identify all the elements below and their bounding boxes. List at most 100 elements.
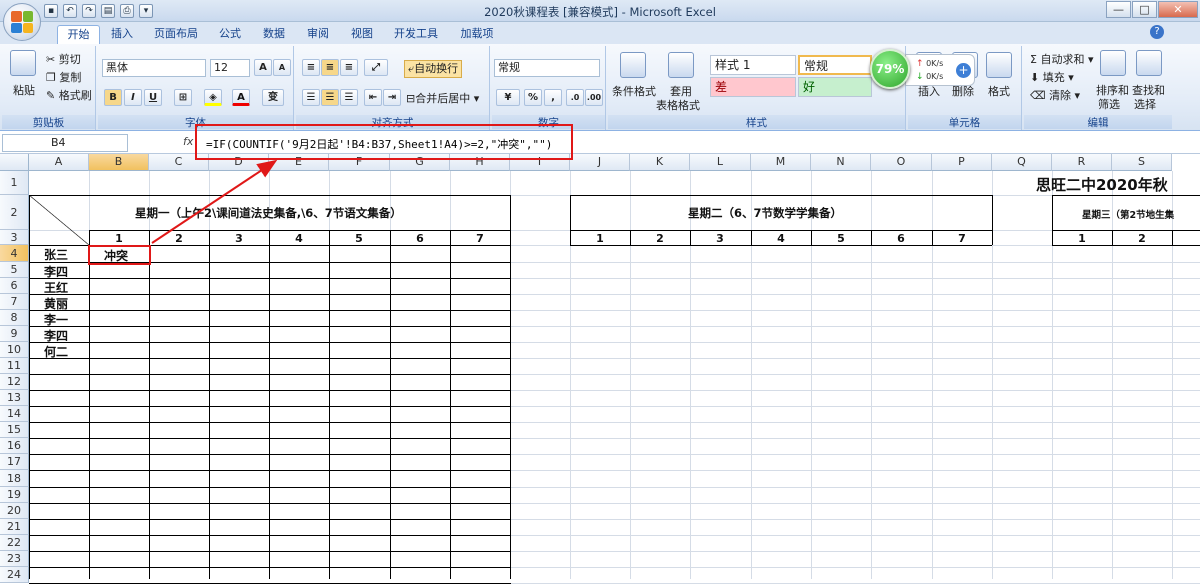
teacher-name[interactable]: 王红: [44, 279, 68, 296]
column-header-a[interactable]: A: [29, 154, 89, 171]
row-header-22[interactable]: 22: [0, 535, 29, 551]
merge-center-button[interactable]: ⊟合并后居中 ▾: [406, 90, 479, 106]
style-normal-cell[interactable]: 常规: [798, 55, 872, 75]
row-header-8[interactable]: 8: [0, 310, 29, 326]
row-header-3[interactable]: 3: [0, 230, 29, 245]
column-header-j[interactable]: J: [570, 154, 630, 171]
currency-icon[interactable]: ¥: [496, 89, 520, 106]
format-cells-button[interactable]: 格式: [988, 83, 1010, 99]
tab-page-layout[interactable]: 页面布局: [148, 25, 204, 44]
column-header-b[interactable]: B: [89, 154, 149, 171]
cut-button[interactable]: ✂ 剪切: [46, 51, 81, 67]
grow-font-button[interactable]: A: [254, 59, 272, 76]
bold-button[interactable]: B: [104, 89, 122, 106]
minimize-button[interactable]: —: [1106, 1, 1131, 18]
paste-button[interactable]: 粘贴: [13, 82, 35, 98]
teacher-name[interactable]: 李四: [44, 263, 68, 280]
format-painter-button[interactable]: ✎ 格式刷: [46, 87, 92, 103]
row-header-18[interactable]: 18: [0, 470, 29, 487]
close-button[interactable]: ✕: [1158, 1, 1198, 18]
memory-gauge[interactable]: 79%: [870, 49, 910, 89]
row-header-20[interactable]: 20: [0, 503, 29, 519]
wrap-text-button[interactable]: ⤶自动换行: [404, 60, 463, 78]
row-header-2[interactable]: 2: [0, 195, 29, 230]
tab-insert[interactable]: 插入: [104, 25, 140, 44]
tab-addins[interactable]: 加载项: [452, 25, 502, 44]
teacher-name[interactable]: 黄丽: [44, 295, 68, 312]
align-middle-icon[interactable]: ≡: [321, 59, 339, 76]
shrink-font-button[interactable]: A: [273, 59, 291, 76]
row-header-16[interactable]: 16: [0, 438, 29, 454]
font-name-dropdown[interactable]: 黑体: [102, 59, 206, 77]
row-header-12[interactable]: 12: [0, 374, 29, 390]
percent-button[interactable]: %: [524, 89, 542, 106]
conditional-format-button[interactable]: 条件格式: [612, 83, 656, 99]
column-header-o[interactable]: O: [871, 154, 932, 171]
copy-button[interactable]: ❐ 复制: [46, 69, 81, 85]
column-header-p[interactable]: P: [932, 154, 992, 171]
teacher-name[interactable]: 李四: [44, 327, 68, 344]
fill-button[interactable]: ⬇ 填充 ▾: [1030, 69, 1074, 85]
font-size-dropdown[interactable]: 12: [210, 59, 250, 77]
row-header-4[interactable]: 4: [0, 245, 29, 262]
row-header-19[interactable]: 19: [0, 487, 29, 503]
column-header-q[interactable]: Q: [992, 154, 1052, 171]
fill-color-icon[interactable]: ◈: [204, 89, 222, 106]
row-header-7[interactable]: 7: [0, 294, 29, 310]
number-format-dropdown[interactable]: 常规: [494, 59, 600, 77]
row-header-23[interactable]: 23: [0, 551, 29, 567]
phonetic-button[interactable]: 变: [262, 89, 284, 106]
decrease-indent-icon[interactable]: ⇤: [364, 89, 382, 106]
row-header-15[interactable]: 15: [0, 422, 29, 438]
column-header-r[interactable]: R: [1052, 154, 1112, 171]
comma-button[interactable]: ,: [544, 89, 562, 106]
teacher-name[interactable]: 李一: [44, 311, 68, 328]
decrease-decimal-icon[interactable]: .00: [585, 89, 603, 106]
increase-indent-icon[interactable]: ⇥: [383, 89, 401, 106]
row-header-17[interactable]: 17: [0, 454, 29, 470]
help-icon[interactable]: ?: [1150, 25, 1164, 39]
align-center-icon[interactable]: ☰: [321, 89, 339, 106]
row-header-21[interactable]: 21: [0, 519, 29, 535]
name-box[interactable]: B4: [2, 134, 128, 152]
column-header-s[interactable]: S: [1112, 154, 1172, 171]
insert-function-icon[interactable]: fx: [183, 135, 193, 148]
row-header-5[interactable]: 5: [0, 262, 29, 278]
tab-review[interactable]: 审阅: [300, 25, 336, 44]
column-header-m[interactable]: M: [751, 154, 811, 171]
sort-filter-line2[interactable]: 筛选: [1098, 96, 1120, 112]
style-1-cell[interactable]: 样式 1: [710, 55, 796, 75]
tab-view[interactable]: 视图: [344, 25, 380, 44]
find-select-icon[interactable]: [1136, 50, 1162, 76]
column-header-l[interactable]: L: [690, 154, 751, 171]
row-header-14[interactable]: 14: [0, 406, 29, 422]
row-header-9[interactable]: 9: [0, 326, 29, 342]
office-button[interactable]: [3, 3, 41, 41]
row-header-6[interactable]: 6: [0, 278, 29, 294]
column-header-n[interactable]: N: [811, 154, 871, 171]
plus-icon[interactable]: +: [956, 63, 971, 78]
italic-button[interactable]: I: [124, 89, 142, 106]
sort-filter-icon[interactable]: [1100, 50, 1126, 76]
tab-data[interactable]: 数据: [256, 25, 292, 44]
style-bad-cell[interactable]: 差: [710, 77, 796, 97]
align-right-icon[interactable]: ☰: [340, 89, 358, 106]
font-color-button[interactable]: A: [232, 89, 250, 106]
align-top-icon[interactable]: ≡: [302, 59, 320, 76]
teacher-name[interactable]: 何二: [44, 343, 68, 360]
border-icon[interactable]: ⊞: [174, 89, 192, 106]
format-cells-icon[interactable]: [986, 52, 1012, 78]
align-bottom-icon[interactable]: ≡: [340, 59, 358, 76]
paste-icon[interactable]: [10, 50, 36, 76]
tab-developer[interactable]: 开发工具: [388, 25, 444, 44]
select-all-corner[interactable]: [0, 154, 29, 171]
orientation-icon[interactable]: ⤢: [364, 59, 388, 76]
style-good-cell[interactable]: 好: [798, 77, 872, 97]
align-left-icon[interactable]: ☰: [302, 89, 320, 106]
row-header-24[interactable]: 24: [0, 567, 29, 583]
row-header-13[interactable]: 13: [0, 390, 29, 406]
format-table-line2[interactable]: 表格格式: [656, 97, 700, 113]
autosum-button[interactable]: Σ 自动求和 ▾: [1030, 51, 1093, 67]
find-select-line2[interactable]: 选择: [1134, 96, 1156, 112]
row-header-11[interactable]: 11: [0, 358, 29, 374]
